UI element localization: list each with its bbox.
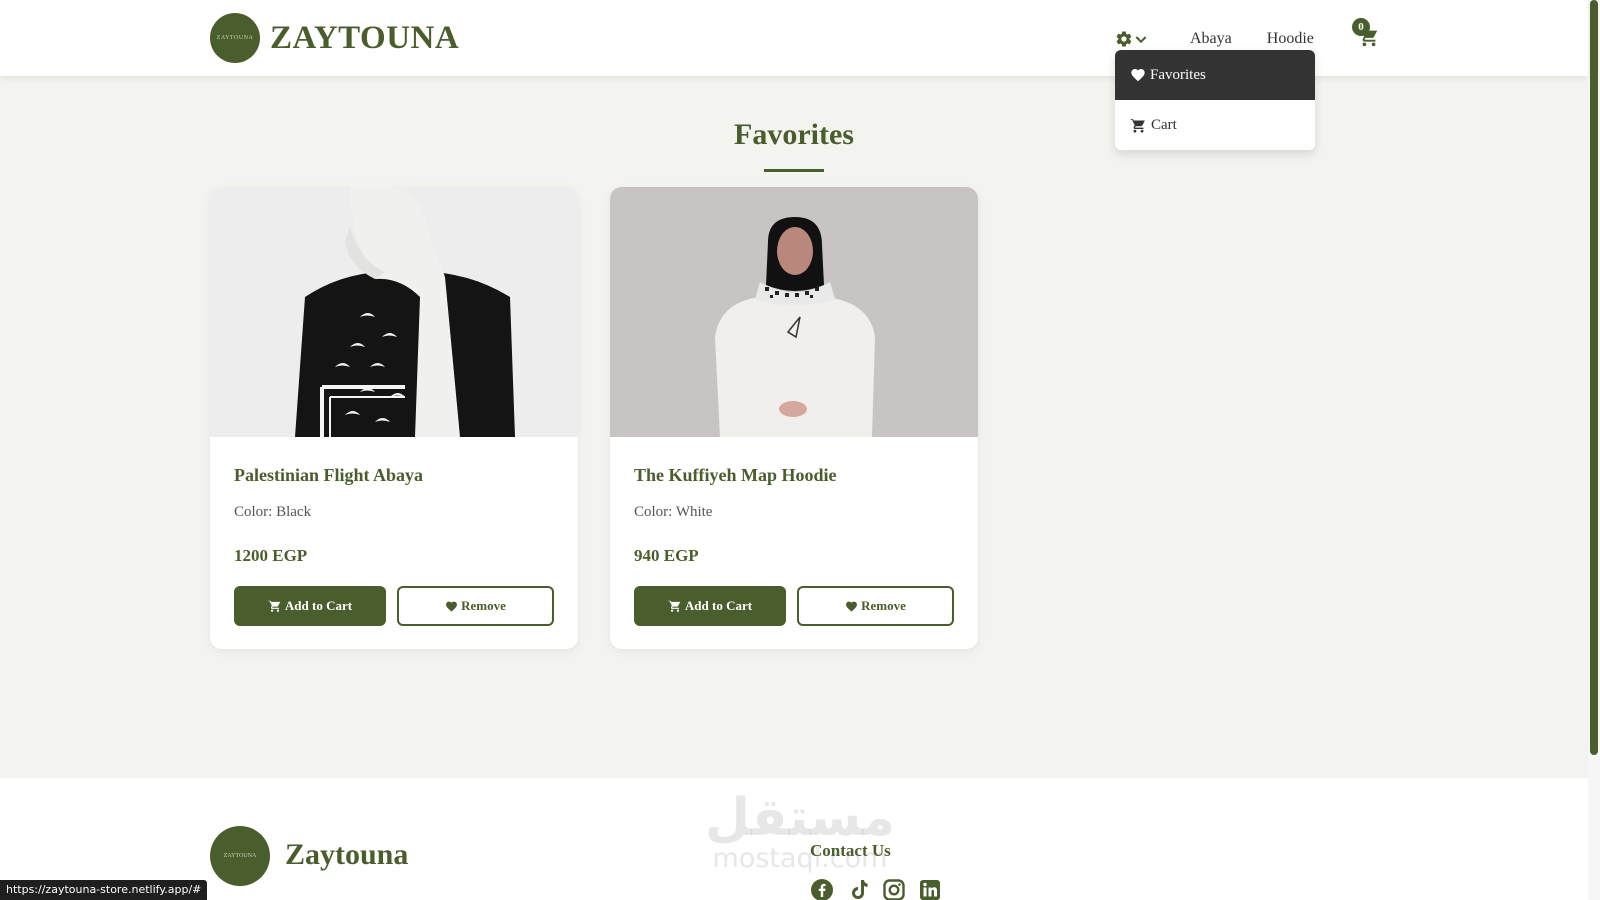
- nav-link-abaya[interactable]: Abaya: [1190, 30, 1232, 48]
- product-card: Palestinian Flight Abaya Color: Black 12…: [210, 187, 578, 649]
- add-to-cart-button[interactable]: Add to Cart: [234, 586, 386, 626]
- product-image-art: [610, 187, 978, 437]
- product-name[interactable]: Palestinian Flight Abaya: [234, 465, 423, 486]
- product-color: Color: Black: [234, 504, 312, 520]
- heart-icon: [846, 601, 858, 612]
- cart-icon: [668, 600, 681, 612]
- product-image[interactable]: [210, 187, 578, 437]
- add-to-cart-label: Add to Cart: [684, 598, 753, 613]
- cart-icon: [268, 600, 281, 612]
- heart-icon: [446, 601, 458, 612]
- cart-count-badge: 0: [1352, 18, 1370, 36]
- linkedin-icon[interactable]: [918, 878, 942, 900]
- gear-icon: [1116, 31, 1132, 47]
- remove-favorite-button[interactable]: Remove: [797, 586, 954, 626]
- social-links: [810, 878, 954, 900]
- main-nav: Abaya Hoodie: [1115, 28, 1314, 50]
- product-name[interactable]: The Kuffiyeh Map Hoodie: [634, 465, 837, 486]
- chevron-down-icon: [1135, 36, 1147, 44]
- footer-logo-emblem[interactable]: ZAYTOUNA: [210, 826, 270, 886]
- logo[interactable]: ZAYTOUNA ZAYTOUNA: [210, 13, 459, 63]
- footer-brand-name: Zaytouna: [285, 838, 409, 871]
- remove-label: Remove: [861, 598, 906, 613]
- heart-icon: [1131, 69, 1145, 82]
- logo-emblem: ZAYTOUNA: [210, 13, 260, 63]
- instagram-icon[interactable]: [882, 878, 906, 900]
- remove-favorite-button[interactable]: Remove: [397, 586, 554, 626]
- brand-name: ZAYTOUNA: [270, 19, 460, 56]
- product-color: Color: White: [634, 504, 713, 520]
- dropdown-label-cart: Cart: [1151, 116, 1177, 133]
- dropdown-item-cart[interactable]: Cart: [1115, 100, 1315, 150]
- footer-logo-text: ZAYTOUNA: [223, 853, 257, 859]
- settings-menu-toggle[interactable]: [1115, 28, 1155, 50]
- settings-dropdown: Favorites Cart: [1115, 50, 1315, 150]
- title-underline: [764, 169, 824, 172]
- dropdown-item-favorites[interactable]: Favorites: [1115, 50, 1315, 100]
- product-image[interactable]: [610, 187, 978, 437]
- product-card: The Kuffiyeh Map Hoodie Color: White 940…: [610, 187, 978, 649]
- nav-link-hoodie[interactable]: Hoodie: [1267, 30, 1314, 48]
- status-bar-url: https://zaytouna-store.netlify.app/#: [0, 880, 208, 900]
- page-title: Favorites: [734, 118, 854, 151]
- remove-label: Remove: [461, 598, 506, 613]
- contact-us-heading: Contact Us: [810, 841, 891, 860]
- cart-icon: [1130, 117, 1145, 133]
- product-price: 940 EGP: [634, 546, 699, 565]
- add-to-cart-label: Add to Cart: [284, 598, 353, 613]
- dropdown-label-favorites: Favorites: [1150, 66, 1206, 83]
- site-header: ZAYTOUNA ZAYTOUNA Abaya Hoodie 0: [0, 0, 1588, 76]
- add-to-cart-button[interactable]: Add to Cart: [634, 586, 786, 626]
- facebook-icon[interactable]: [810, 878, 834, 900]
- product-image-art: [210, 187, 578, 437]
- site-footer: ZAYTOUNA Zaytouna Contact Us: [0, 778, 1588, 900]
- logo-emblem-text: ZAYTOUNA: [216, 35, 254, 41]
- scrollbar-thumb[interactable]: [1590, 0, 1598, 755]
- product-price: 1200 EGP: [234, 546, 308, 565]
- tiktok-icon[interactable]: [846, 878, 870, 900]
